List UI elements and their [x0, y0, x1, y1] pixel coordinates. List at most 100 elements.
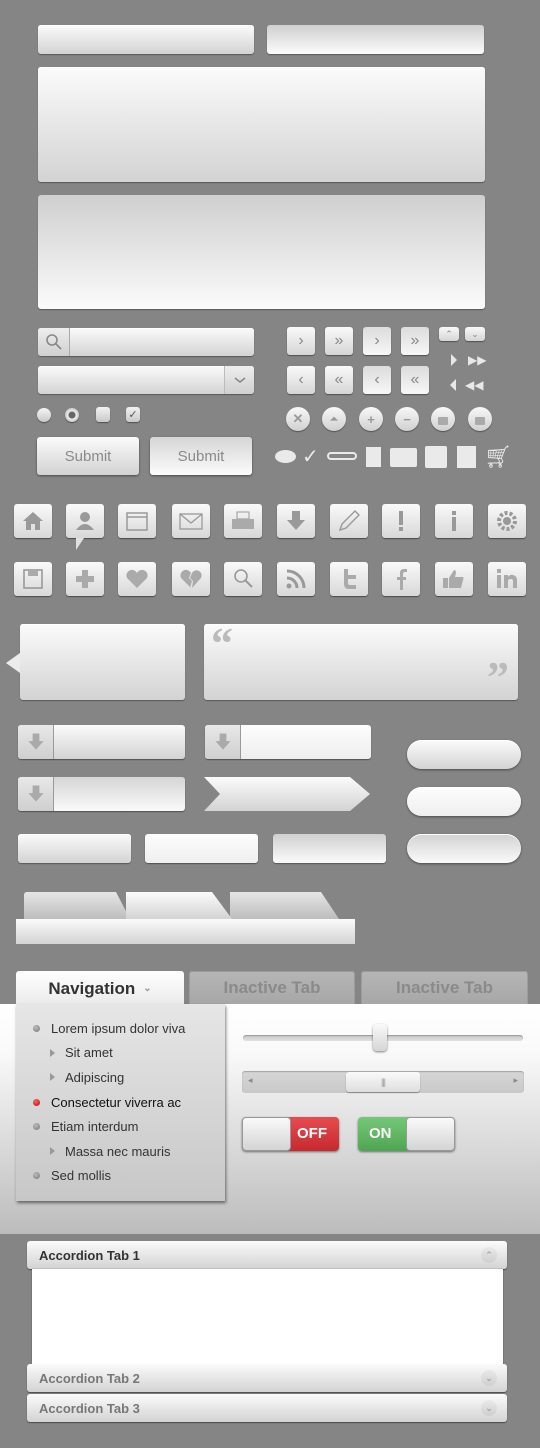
cart-icon[interactable]: 🛒︎	[484, 446, 512, 468]
last-button-pressed[interactable]: »	[401, 327, 429, 355]
download-bar-3[interactable]	[18, 777, 185, 811]
scroll-left-icon[interactable]: ◂	[248, 1075, 253, 1086]
unlock-button[interactable]	[468, 407, 492, 431]
menu-subitem[interactable]: Adipiscing	[16, 1065, 225, 1090]
accordion-tab-3[interactable]: Accordion Tab 3 ⌄	[27, 1394, 507, 1422]
first-button[interactable]: «	[325, 366, 353, 394]
check-icon[interactable]: ✓	[302, 444, 319, 469]
download-bar-1[interactable]	[18, 725, 185, 759]
tab-inactive-1[interactable]: Inactive Tab	[189, 971, 355, 1004]
open-quote-icon: “	[211, 619, 233, 668]
search-input[interactable]	[38, 328, 254, 356]
prev-button[interactable]: ‹	[287, 366, 315, 394]
pill-button-2[interactable]	[407, 787, 521, 816]
scroll-down-button[interactable]: ⌄	[465, 327, 485, 341]
chevron-down-icon[interactable]	[224, 366, 254, 394]
facebook-button[interactable]	[382, 562, 420, 596]
accordion-tab-2[interactable]: Accordion Tab 2 ⌄	[27, 1364, 507, 1392]
like-button[interactable]	[435, 562, 473, 596]
radio-unchecked[interactable]	[37, 408, 51, 422]
add-button[interactable]: +	[359, 407, 383, 431]
slider-thumb[interactable]	[373, 1024, 388, 1051]
fast-forward-icon[interactable]: ▶▶	[468, 354, 486, 366]
next-button-pressed[interactable]: ›	[363, 327, 391, 355]
save-icon[interactable]	[425, 446, 447, 468]
play-icon[interactable]	[451, 354, 457, 366]
search-icon[interactable]	[38, 328, 70, 356]
menu-item[interactable]: Etiam interdum	[16, 1114, 225, 1139]
flat-button-1[interactable]	[18, 834, 131, 863]
textarea-1[interactable]	[38, 67, 485, 182]
user-button[interactable]	[66, 504, 104, 538]
print-button[interactable]	[224, 504, 262, 538]
text-input-2[interactable]	[267, 25, 484, 54]
menu-item[interactable]: Lorem ipsum dolor viva	[16, 1016, 225, 1041]
bullet-icon	[33, 1172, 40, 1180]
checkbox-unchecked[interactable]	[96, 407, 110, 422]
document-icon[interactable]	[366, 447, 381, 467]
info-button[interactable]	[435, 504, 473, 538]
home-button[interactable]	[14, 504, 52, 538]
menu-item[interactable]: Sed mollis	[16, 1164, 225, 1189]
toggle-on[interactable]: ON	[358, 1117, 455, 1151]
pill-button-3[interactable]	[407, 834, 521, 863]
select-dropdown[interactable]	[38, 366, 254, 394]
add-tile-button[interactable]	[66, 562, 104, 596]
folder-icon[interactable]	[390, 448, 417, 467]
reverse-icon[interactable]	[450, 379, 456, 391]
search-tile-button[interactable]	[224, 562, 262, 596]
thumbs-up-icon	[443, 570, 464, 588]
next-button[interactable]: ›	[287, 327, 315, 355]
download-button[interactable]	[277, 504, 315, 538]
scroll-up-button[interactable]: ⌃	[439, 327, 459, 341]
flat-button-3[interactable]	[273, 834, 386, 863]
horizontal-scrollbar[interactable]: ◂ ||| ▸	[242, 1071, 524, 1093]
rewind-icon[interactable]: ◀◀	[465, 379, 483, 391]
menu-subitem[interactable]: Sit amet	[16, 1041, 225, 1066]
text-input-1[interactable]	[38, 25, 254, 54]
remove-button[interactable]: −	[395, 407, 419, 431]
speech-bubble-icon[interactable]	[275, 450, 296, 463]
textarea-2[interactable]	[38, 195, 485, 309]
trash-icon[interactable]	[457, 446, 476, 468]
triangle-right-icon	[50, 1048, 55, 1057]
close-button[interactable]: ✕	[286, 407, 310, 431]
rss-button[interactable]	[277, 562, 315, 596]
tab-inactive-2[interactable]: Inactive Tab	[361, 971, 528, 1004]
scroll-right-icon[interactable]: ▸	[513, 1075, 518, 1086]
settings-button[interactable]	[488, 504, 526, 538]
linkedin-button[interactable]	[488, 562, 526, 596]
twitter-button[interactable]	[330, 562, 368, 596]
menu-item-active[interactable]: Consectetur viverra ac	[16, 1090, 225, 1115]
unfavorite-button[interactable]	[172, 562, 210, 596]
favorite-button[interactable]	[118, 562, 156, 596]
search-field[interactable]	[70, 328, 254, 356]
prev-button-pressed[interactable]: ‹	[363, 366, 391, 394]
pill-button-1[interactable]	[407, 740, 521, 769]
speech-pointer	[6, 653, 20, 673]
lock-button[interactable]	[431, 407, 455, 431]
download-icon	[287, 511, 305, 530]
scrollbar-thumb[interactable]: |||	[346, 1072, 420, 1092]
last-button[interactable]: »	[325, 327, 353, 355]
toggle-off[interactable]: OFF	[242, 1117, 339, 1151]
submit-button-pressed[interactable]: Submit	[150, 437, 252, 475]
save-tile-button[interactable]	[14, 562, 52, 596]
slider[interactable]	[243, 1024, 523, 1051]
radio-checked[interactable]	[65, 408, 79, 422]
first-button-pressed[interactable]: «	[401, 366, 429, 394]
tab-navigation[interactable]: Navigation ⌄	[16, 971, 184, 1006]
submit-button[interactable]: Submit	[37, 437, 139, 475]
download-bar-2[interactable]	[205, 725, 371, 759]
mail-button[interactable]	[172, 504, 210, 538]
flat-button-2[interactable]	[145, 834, 258, 863]
accordion-tab-1[interactable]: Accordion Tab 1 ⌃	[27, 1241, 507, 1269]
alert-button[interactable]	[382, 504, 420, 538]
calendar-button[interactable]	[118, 504, 156, 538]
eject-button[interactable]: ⏶	[322, 407, 346, 431]
checkbox-checked[interactable]: ✓	[126, 407, 140, 422]
arrow-banner[interactable]	[204, 777, 372, 813]
edit-button[interactable]	[330, 504, 368, 538]
link-icon[interactable]	[327, 452, 357, 460]
menu-subitem[interactable]: Massa nec mauris	[16, 1139, 225, 1164]
